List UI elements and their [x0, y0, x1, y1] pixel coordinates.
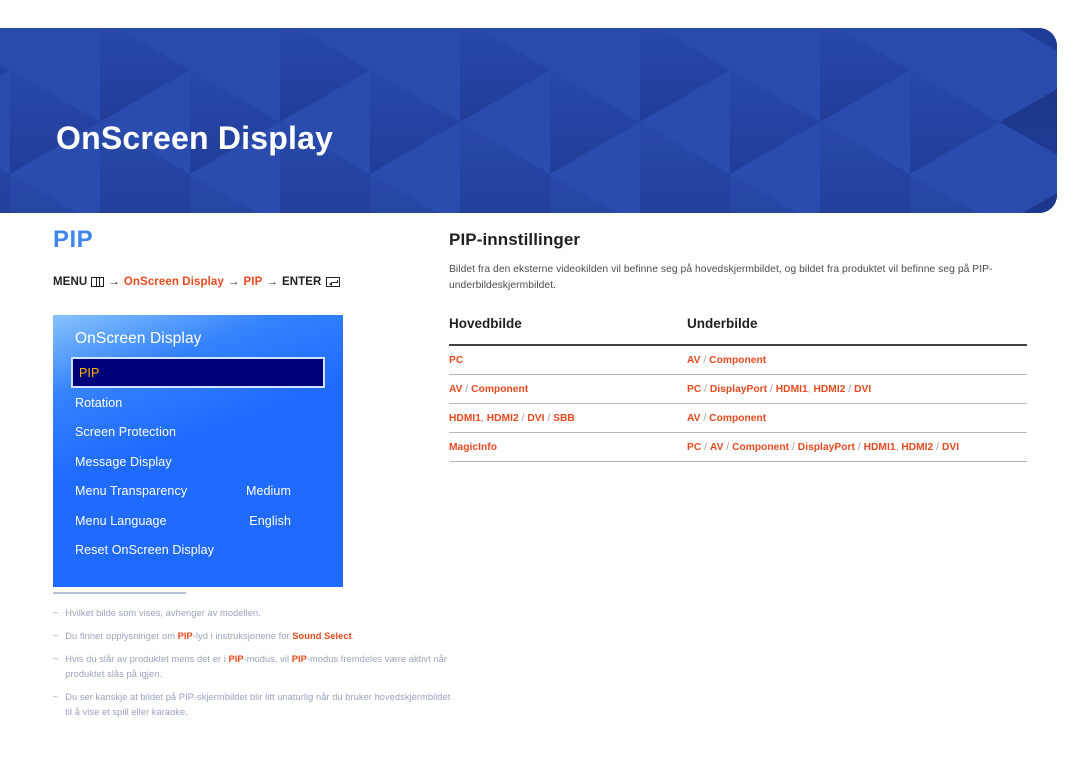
table-cell-sub-picture: AV / Component — [687, 344, 1027, 375]
footnotes-list: – Hvilket bilde som vises, avhenger av mo… — [53, 606, 453, 719]
table-header-main-picture: Hovedbilde — [449, 315, 687, 346]
menu-navigation-path: MENU → OnScreen Display → PIP → ENTER — [53, 276, 453, 288]
table-cell-sub-picture: AV / Component — [687, 403, 1027, 433]
page-header-banner: OnScreen Display — [0, 28, 1057, 213]
table-row: HDMI1, HDMI2 / DVI / SBB AV / Component — [449, 403, 1027, 433]
osd-menu-item[interactable]: PIP — [71, 357, 325, 388]
menu-path-enter-label: ENTER — [281, 276, 322, 288]
osd-menu-item-label: Message Display — [75, 454, 172, 469]
table-cell-sub-picture: PC / DisplayPort / HDMI1, HDMI2 / DVI — [687, 374, 1027, 404]
section-title: PIP — [53, 226, 94, 253]
table-cell-main-picture: MagicInfo — [449, 432, 687, 462]
menu-path-arrow-2: → — [227, 276, 240, 288]
footnote-item: – Du ser kanskje at bildet på PIP-skjermb… — [53, 690, 453, 719]
table-header-sub-picture: Underbilde — [687, 315, 1027, 346]
menu-bars-icon — [91, 277, 105, 287]
footnote-item: – Hvilket bilde som vises, avhenger av mo… — [53, 606, 453, 620]
menu-path-step-onscreen-display: OnScreen Display — [123, 276, 224, 288]
osd-menu-item-label: PIP — [79, 365, 100, 380]
footnote-text: Hvis du slår av produktet mens det er i … — [65, 654, 447, 679]
menu-path-arrow-3: → — [266, 276, 278, 288]
osd-menu-item-value: Medium — [245, 484, 291, 499]
left-column: PIP MENU → OnScreen Display → PIP → ENTE… — [53, 228, 453, 288]
menu-path-step-pip: PIP — [243, 276, 263, 288]
osd-menu-item-label: Reset OnScreen Display — [75, 543, 215, 558]
osd-menu-item[interactable]: Menu Transparency Medium — [53, 477, 343, 507]
osd-menu-item-label: Screen Protection — [75, 425, 177, 440]
osd-menu-list: PIP Rotation Screen Protection Message Disp… — [53, 357, 343, 565]
osd-menu-item[interactable]: Screen Protection — [53, 418, 343, 448]
right-column: PIP-innstillinger Bildet fra den ekstern… — [449, 230, 1027, 462]
footnote-dash: – — [53, 629, 59, 640]
osd-menu-item[interactable]: Reset OnScreen Display — [53, 536, 343, 566]
table-cell-main-picture: HDMI1, HDMI2 / DVI / SBB — [449, 403, 687, 433]
footnote-item: – Du finner opplysninger om PIP-lyd i ins… — [53, 629, 453, 643]
page-title: OnScreen Display — [56, 120, 334, 156]
osd-menu-item-label: Rotation — [75, 395, 123, 410]
table-header-row: Hovedbilde Underbilde — [449, 315, 1027, 346]
table-row: MagicInfo PC / AV / Component / DisplayPo… — [449, 432, 1027, 462]
enter-key-icon — [326, 277, 341, 287]
osd-menu-item[interactable]: Menu Language English — [53, 506, 343, 536]
osd-menu-item-value: English — [249, 513, 291, 528]
subsection-title: PIP-innstillinger — [449, 230, 581, 249]
footnotes-block: – Hvilket bilde som vises, avhenger av mo… — [53, 592, 453, 728]
osd-menu-panel: OnScreen Display PIP Rotation Screen Prote… — [53, 315, 343, 587]
pip-source-combination-table: Hovedbilde Underbilde PC AV / Component AV… — [449, 315, 1027, 462]
table-body: PC AV / Component AV / Component PC / Displ… — [449, 344, 1027, 462]
menu-path-menu-label: MENU — [53, 276, 88, 288]
subsection-description: Bildet fra den eksterne videokilden vil … — [449, 264, 993, 291]
osd-menu-item-label: Menu Transparency — [75, 484, 188, 499]
osd-menu-item[interactable]: Rotation — [53, 388, 343, 418]
osd-panel-title: OnScreen Display — [75, 330, 202, 347]
footnote-dash: – — [53, 653, 59, 664]
footnotes-divider — [53, 592, 186, 594]
footnote-text: Du ser kanskje at bildet på PIP-skjermbi… — [65, 692, 451, 717]
table-cell-main-picture: PC — [449, 344, 687, 375]
footnote-item: – Hvis du slår av produktet mens det er i… — [53, 652, 453, 681]
table-cell-sub-picture: PC / AV / Component / DisplayPort / HDMI… — [687, 432, 1027, 462]
table-cell-main-picture: AV / Component — [449, 374, 687, 404]
table-row: AV / Component PC / DisplayPort / HDMI1, … — [449, 374, 1027, 404]
osd-menu-item[interactable]: Message Display — [53, 447, 343, 477]
osd-menu-item-label: Menu Language — [75, 513, 167, 528]
footnote-text: Du finner opplysninger om PIP-lyd i inst… — [65, 630, 355, 641]
table-row: PC AV / Component — [449, 344, 1027, 375]
footnote-dash: – — [53, 606, 59, 617]
footnote-text: Hvilket bilde som vises, avhenger av mod… — [65, 607, 261, 618]
footnote-dash: – — [53, 691, 59, 702]
menu-path-arrow-1: → — [108, 276, 120, 288]
